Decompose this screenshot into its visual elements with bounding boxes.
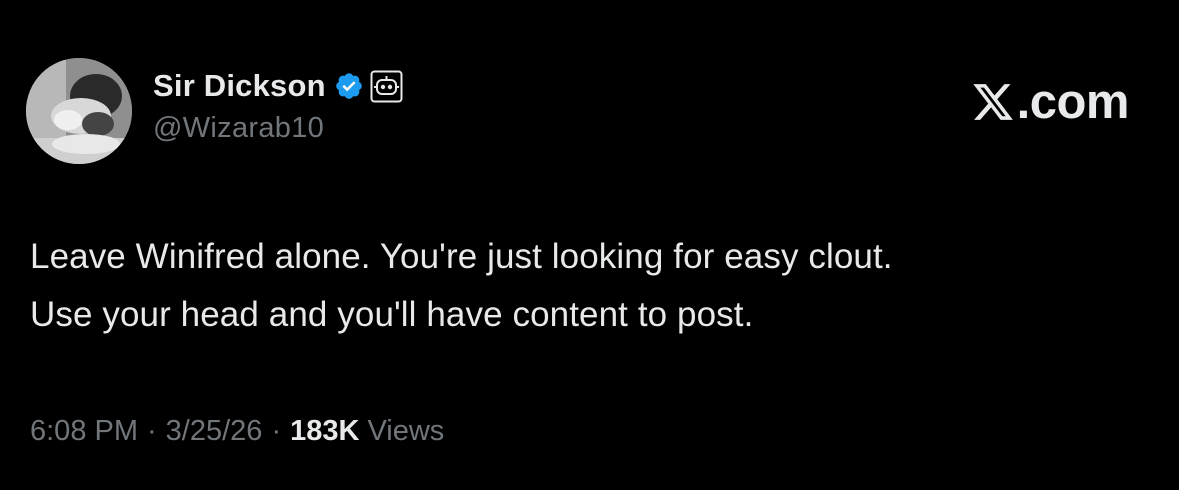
author-handle[interactable]: @Wizarab10 (153, 112, 324, 145)
meta-separator: · (147, 415, 157, 447)
x-logo-icon (971, 80, 1015, 124)
author-display-name[interactable]: Sir Dickson (153, 68, 326, 104)
tweet-meta: 6:08 PM · 3/25/26 · 183K Views (30, 415, 444, 448)
tweet-text-line: Leave Winifred alone. You're just lookin… (30, 237, 893, 276)
x-com-watermark: .com (971, 74, 1130, 130)
verified-badge-icon[interactable] (334, 71, 364, 101)
tweet-card: Sir Dickson @Wizarab10 .com Leave Winifr… (0, 0, 1179, 490)
watermark-text: .com (1016, 75, 1130, 129)
views-count: 183K (290, 415, 360, 447)
meta-separator: · (271, 415, 282, 447)
bot-icon (370, 70, 403, 103)
author-name-row: Sir Dickson (153, 66, 403, 106)
tweet-date[interactable]: 3/25/26 (166, 415, 263, 448)
avatar[interactable] (26, 58, 132, 164)
tweet-time[interactable]: 6:08 PM (30, 415, 138, 448)
avatar-image (26, 58, 132, 164)
tweet-text-line: Use your head and you'll have content to… (30, 295, 754, 334)
tweet-text: Leave Winifred alone. You're just lookin… (30, 228, 1150, 344)
views-label: Views (367, 415, 445, 447)
